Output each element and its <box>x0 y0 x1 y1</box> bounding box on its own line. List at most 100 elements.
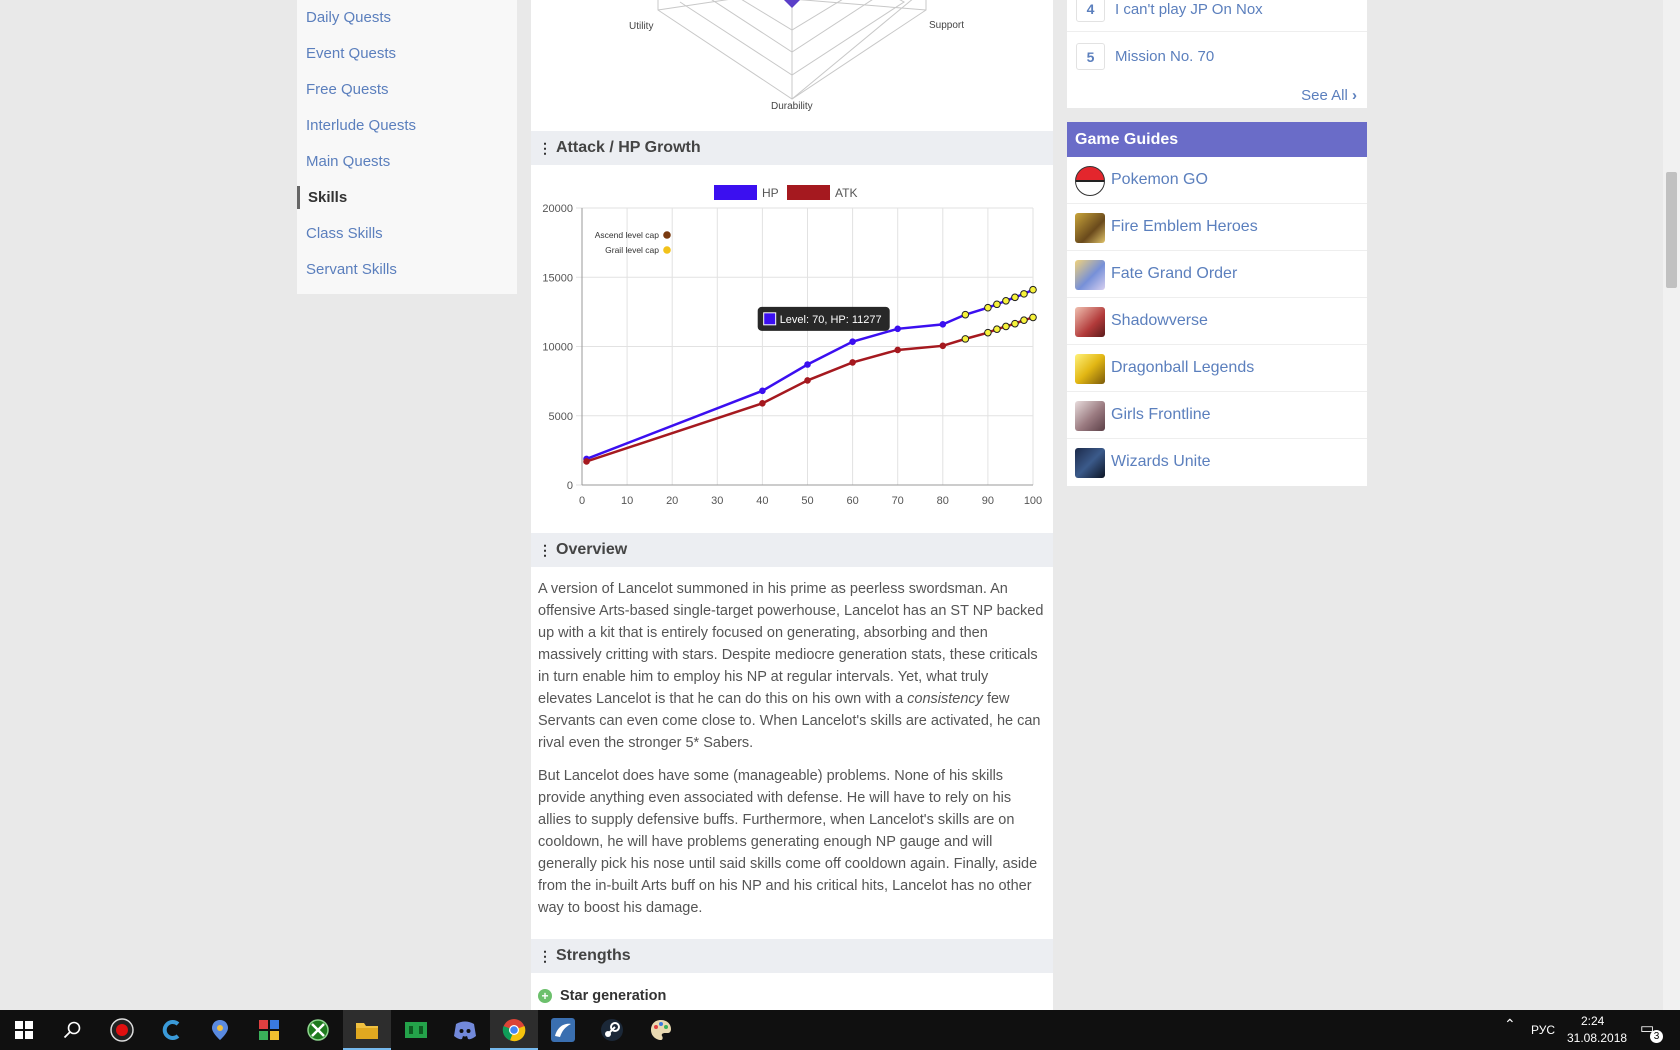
taskbar-app-store[interactable] <box>245 1010 293 1050</box>
guide-link[interactable]: Fire Emblem Heroes <box>1111 218 1258 236</box>
data-point <box>849 359 856 366</box>
tray-date[interactable]: 31.08.2018 <box>1567 1031 1627 1045</box>
discord-icon <box>454 1021 476 1040</box>
x-tick-label: 100 <box>1024 495 1042 507</box>
data-point <box>1011 319 1019 328</box>
x-tick-label: 20 <box>666 495 678 507</box>
guide-link[interactable]: Shadowverse <box>1111 312 1208 330</box>
annotation-label: Grail level cap <box>605 245 659 255</box>
data-point <box>961 335 970 343</box>
guide-item-wizards-unite[interactable]: Wizards Unite <box>1067 439 1367 486</box>
overview-p1-emphasis: consistency <box>907 691 983 707</box>
data-point <box>1029 285 1037 294</box>
nav-servant-skills[interactable]: Servant Skills <box>306 261 397 278</box>
nav-skills[interactable]: Skills <box>308 189 347 206</box>
strengths-section-header: ⋮ Strengths <box>531 939 1053 973</box>
active-indicator <box>297 186 300 209</box>
page-scrollbar[interactable] <box>1663 0 1680 1010</box>
top-list: 4 I can't play JP On Nox 5 Mission No. 7… <box>1067 0 1367 108</box>
game-guides-list: Pokemon GO Fire Emblem Heroes Fate Grand… <box>1067 157 1367 486</box>
overview-section-header: ⋮ Overview <box>531 533 1053 567</box>
tray-time[interactable]: 2:24 <box>1581 1014 1604 1028</box>
taskbar-app-paint[interactable] <box>637 1010 685 1050</box>
nav-class-skills[interactable]: Class Skills <box>306 225 383 242</box>
taskbar-app-photo[interactable] <box>539 1010 587 1050</box>
nav-interlude-quests[interactable]: Interlude Quests <box>306 117 416 134</box>
data-point <box>939 342 947 350</box>
chevron-right-icon: › <box>1352 87 1357 104</box>
map-pin-icon <box>212 1020 228 1040</box>
nav-daily-quests[interactable]: Daily Quests <box>306 9 391 26</box>
guide-item-fate-grand-order[interactable]: Fate Grand Order <box>1067 251 1367 298</box>
taskbar-app-money[interactable] <box>392 1010 440 1050</box>
taskbar-app-discord[interactable] <box>441 1010 489 1050</box>
taskbar-app-chrome[interactable] <box>490 1010 538 1050</box>
data-point <box>759 399 766 407</box>
guide-link[interactable]: Pokemon GO <box>1111 171 1208 189</box>
guide-link[interactable]: Wizards Unite <box>1111 453 1211 471</box>
guide-item-pokemon-go[interactable]: Pokemon GO <box>1067 157 1367 204</box>
taskbar-app-ccleaner[interactable] <box>148 1010 196 1050</box>
start-button[interactable] <box>0 1010 48 1050</box>
scroll-thumb[interactable] <box>1666 172 1677 288</box>
nav-main-quests[interactable]: Main Quests <box>306 153 390 170</box>
guide-item-dragonball[interactable]: Dragonball Legends <box>1067 345 1367 392</box>
strengths-title: Strengths <box>556 947 631 964</box>
data-point <box>984 303 992 312</box>
guide-link[interactable]: Fate Grand Order <box>1111 265 1237 283</box>
record-icon <box>110 1018 134 1042</box>
photo-app-icon <box>551 1018 575 1042</box>
game-guides-header: Game Guides <box>1067 122 1367 157</box>
shadowverse-icon <box>1075 307 1105 337</box>
strength-label: Star generation <box>560 988 667 1004</box>
store-icon <box>259 1020 279 1040</box>
search-button[interactable] <box>48 1010 96 1050</box>
legend-swatch <box>787 185 830 200</box>
data-point <box>1020 290 1028 298</box>
left-nav: Daily Quests Event Quests Free Quests In… <box>297 0 517 294</box>
data-point <box>894 325 902 333</box>
radar-label-utility: Utility <box>629 21 654 32</box>
data-point <box>804 361 811 368</box>
see-all-link[interactable]: See All › <box>1301 87 1357 104</box>
data-point <box>1029 313 1037 322</box>
list-item-link[interactable]: Mission No. 70 <box>1115 48 1214 65</box>
taskbar-app-recorder[interactable] <box>98 1010 146 1050</box>
list-item[interactable]: 5 Mission No. 70 <box>1067 33 1367 80</box>
wizards-unite-icon <box>1075 448 1105 478</box>
x-tick-label: 40 <box>756 495 768 507</box>
guide-link[interactable]: Dragonball Legends <box>1111 359 1254 377</box>
guide-item-fire-emblem[interactable]: Fire Emblem Heroes <box>1067 204 1367 251</box>
y-tick-label: 0 <box>567 480 573 492</box>
nav-event-quests[interactable]: Event Quests <box>306 45 396 62</box>
tray-language[interactable]: РУС <box>1531 1023 1555 1037</box>
see-all-label: See All <box>1301 87 1348 104</box>
radar-label-durability: Durability <box>771 101 813 112</box>
taskbar-app-file-explorer[interactable] <box>343 1010 391 1050</box>
taskbar-app-steam[interactable] <box>588 1010 636 1050</box>
guide-item-girls-frontline[interactable]: Girls Frontline <box>1067 392 1367 439</box>
guide-link[interactable]: Girls Frontline <box>1111 406 1211 424</box>
overview-p1-text: A version of Lancelot summoned in his pr… <box>538 581 1044 707</box>
paint-palette-icon <box>651 1020 671 1040</box>
windows-icon <box>15 1021 33 1039</box>
x-tick-label: 90 <box>982 495 994 507</box>
overview-title: Overview <box>556 541 628 558</box>
taskbar-app-maps[interactable] <box>196 1010 244 1050</box>
plus-circle-icon: + <box>538 989 552 1003</box>
list-item-link[interactable]: I can't play JP On Nox <box>1115 1 1263 18</box>
annotation-dot <box>663 231 671 239</box>
radar-chart: Utility Support Durability <box>531 0 1053 130</box>
list-item[interactable]: 4 I can't play JP On Nox <box>1067 0 1367 32</box>
xbox-icon <box>307 1019 329 1041</box>
legend-label: ATK <box>835 186 857 200</box>
annotation-dot <box>663 246 671 254</box>
grip-icon: ⋮ <box>538 139 552 156</box>
nav-free-quests[interactable]: Free Quests <box>306 81 389 98</box>
data-point <box>984 328 992 337</box>
taskbar-app-xbox[interactable] <box>294 1010 342 1050</box>
x-tick-label: 70 <box>892 495 904 507</box>
y-tick-label: 10000 <box>542 342 573 354</box>
tray-chevron-up-icon[interactable]: ⌃ <box>1504 1016 1516 1033</box>
guide-item-shadowverse[interactable]: Shadowverse <box>1067 298 1367 345</box>
